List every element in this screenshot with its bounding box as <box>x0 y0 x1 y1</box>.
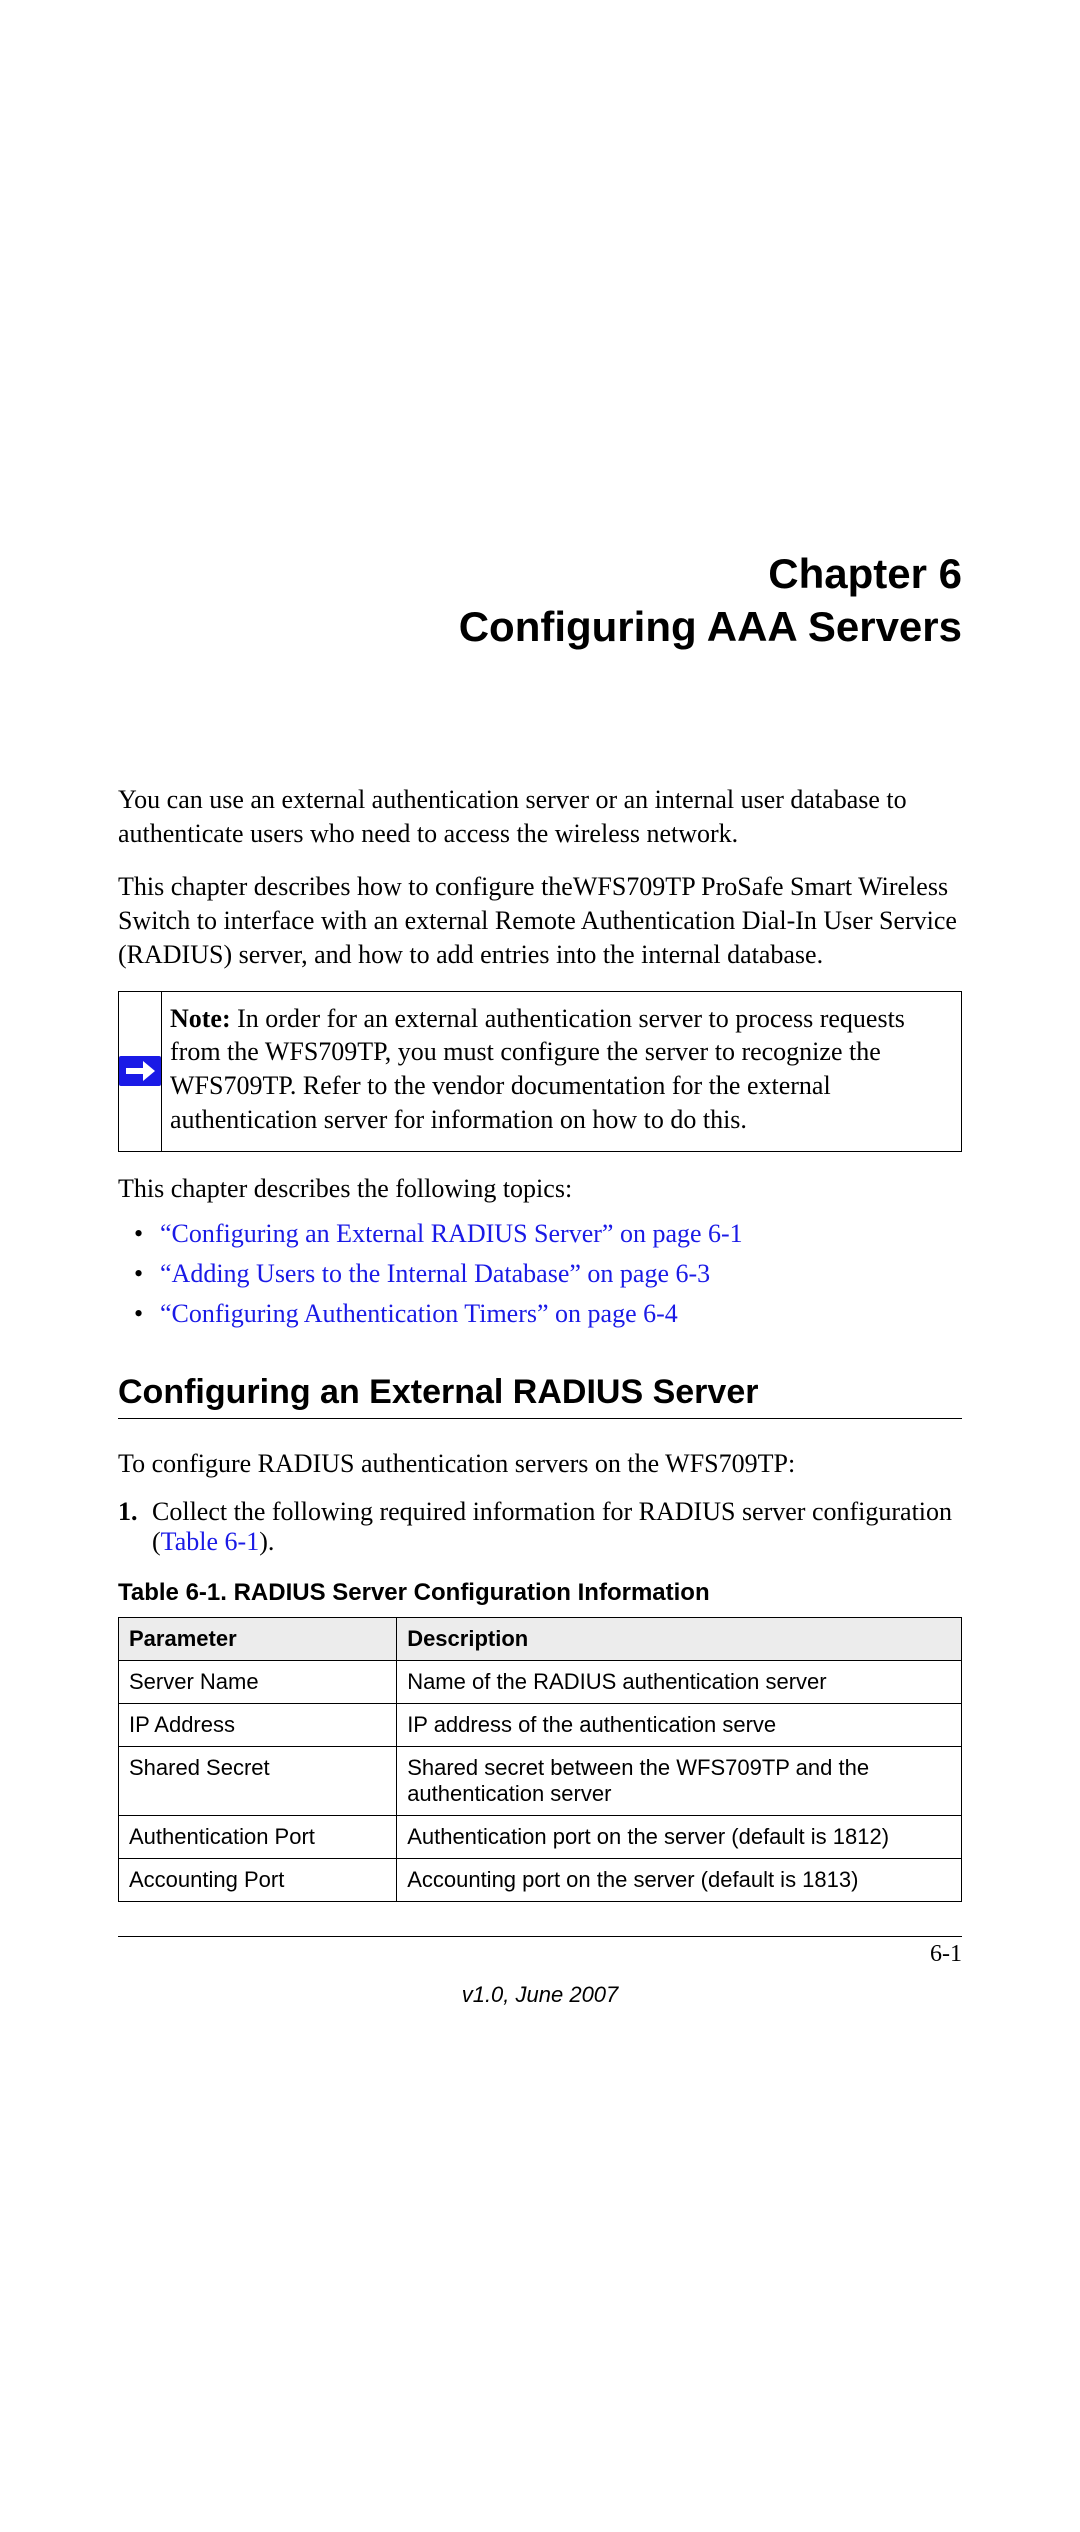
intro-paragraph-2: This chapter describes how to configure … <box>118 870 962 973</box>
table-row: Server Name Name of the RADIUS authentic… <box>119 1660 962 1703</box>
version-text: v1.0, June 2007 <box>118 1982 962 2008</box>
topic-link-3[interactable]: “Configuring Authentication Timers” on p… <box>160 1299 678 1328</box>
note-text: Note: In order for an external authentic… <box>162 992 961 1151</box>
footer-rule <box>118 1936 962 1937</box>
table-row: IP Address IP address of the authenticat… <box>119 1703 962 1746</box>
desc-cell: Name of the RADIUS authentication server <box>397 1660 962 1703</box>
step-number: 1. <box>118 1497 152 1557</box>
param-cell: Server Name <box>119 1660 397 1703</box>
page-number: 6-1 <box>118 1941 962 1968</box>
param-cell: Shared Secret <box>119 1746 397 1815</box>
param-cell: Authentication Port <box>119 1815 397 1858</box>
note-body: In order for an external authentication … <box>170 1004 905 1134</box>
chapter-number: Chapter 6 <box>118 548 962 601</box>
param-cell: IP Address <box>119 1703 397 1746</box>
intro-paragraph-1: You can use an external authentication s… <box>118 783 962 852</box>
list-item: “Configuring an External RADIUS Server” … <box>134 1214 962 1254</box>
chapter-heading: Chapter 6 Configuring AAA Servers <box>118 548 962 653</box>
table-ref-link[interactable]: Table 6-1 <box>161 1527 260 1556</box>
table-row: Accounting Port Accounting port on the s… <box>119 1858 962 1901</box>
list-item: “Adding Users to the Internal Database” … <box>134 1254 962 1294</box>
config-table: Parameter Description Server Name Name o… <box>118 1617 962 1902</box>
desc-cell: Authentication port on the server (defau… <box>397 1815 962 1858</box>
note-icon-cell <box>119 992 162 1151</box>
col-header-parameter: Parameter <box>119 1617 397 1660</box>
col-header-description: Description <box>397 1617 962 1660</box>
table-header-row: Parameter Description <box>119 1617 962 1660</box>
note-callout: Note: In order for an external authentic… <box>118 991 962 1152</box>
topic-link-2[interactable]: “Adding Users to the Internal Database” … <box>160 1259 710 1288</box>
note-label: Note: <box>170 1004 231 1033</box>
section-heading: Configuring an External RADIUS Server <box>118 1373 962 1419</box>
table-caption: Table 6-1. RADIUS Server Configuration I… <box>118 1579 962 1607</box>
topic-link-1[interactable]: “Configuring an External RADIUS Server” … <box>160 1219 743 1248</box>
table-row: Shared Secret Shared secret between the … <box>119 1746 962 1815</box>
arrow-right-icon <box>119 1056 161 1086</box>
page-footer: 6-1 v1.0, June 2007 <box>118 1936 962 2008</box>
list-item: “Configuring Authentication Timers” on p… <box>134 1294 962 1334</box>
step-text-after: ). <box>259 1527 274 1556</box>
param-cell: Accounting Port <box>119 1858 397 1901</box>
step-text: Collect the following required informati… <box>152 1497 962 1557</box>
topics-list: “Configuring an External RADIUS Server” … <box>118 1214 962 1335</box>
desc-cell: Accounting port on the server (default i… <box>397 1858 962 1901</box>
step-1: 1. Collect the following required inform… <box>118 1497 962 1557</box>
chapter-title: Configuring AAA Servers <box>118 601 962 654</box>
desc-cell: IP address of the authentication serve <box>397 1703 962 1746</box>
topics-intro: This chapter describes the following top… <box>118 1174 962 1204</box>
desc-cell: Shared secret between the WFS709TP and t… <box>397 1746 962 1815</box>
step-intro: To configure RADIUS authentication serve… <box>118 1449 962 1479</box>
table-row: Authentication Port Authentication port … <box>119 1815 962 1858</box>
